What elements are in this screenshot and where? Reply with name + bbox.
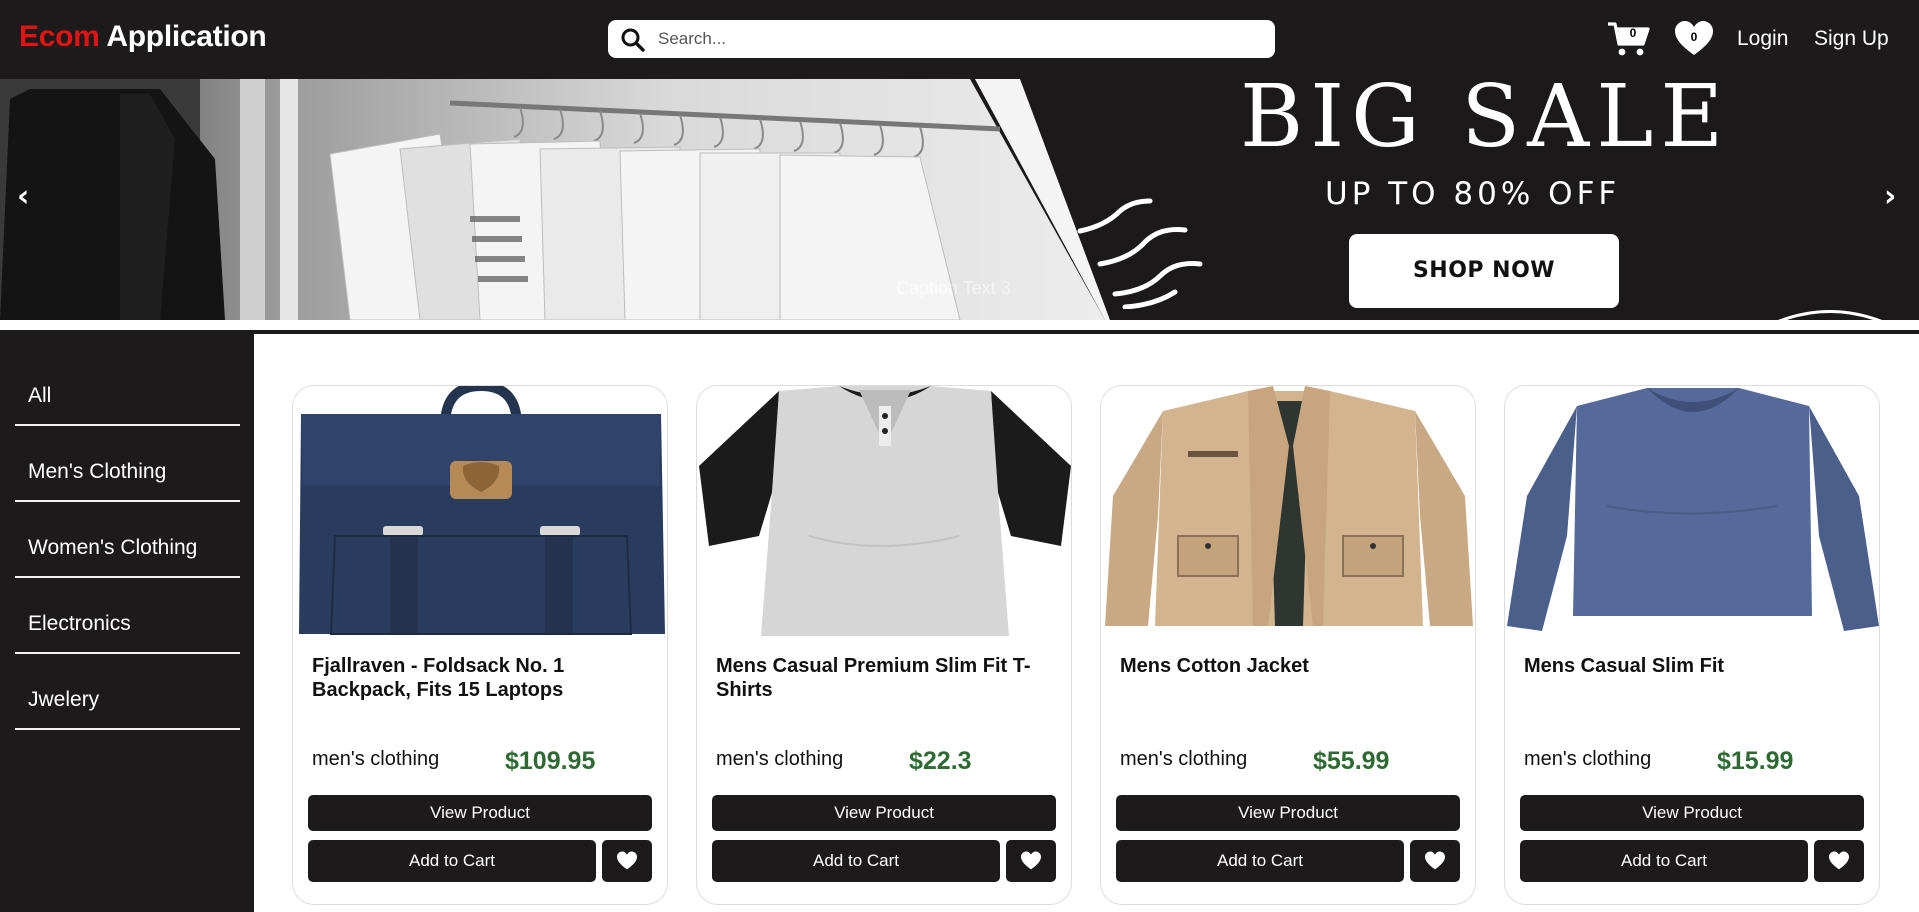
add-to-cart-button[interactable]: Add to Cart — [308, 840, 596, 882]
product-card[interactable]: Mens Casual Premium Slim Fit T-Shirts me… — [696, 385, 1072, 905]
view-product-button[interactable]: View Product — [308, 795, 652, 831]
search-icon[interactable] — [620, 27, 646, 53]
product-image-backpack[interactable] — [295, 386, 667, 636]
signup-link[interactable]: Sign Up — [1814, 27, 1889, 51]
shop-now-button[interactable]: SHOP NOW — [1349, 234, 1619, 308]
heart-icon — [1425, 851, 1445, 870]
heart-icon — [617, 851, 637, 870]
product-price: $55.99 — [1313, 747, 1390, 775]
product-image-tshirt[interactable] — [699, 386, 1071, 636]
view-product-button[interactable]: View Product — [712, 795, 1056, 831]
brand-logo[interactable]: Ecom Application — [19, 20, 267, 54]
add-to-wishlist-button[interactable] — [1814, 840, 1864, 882]
product-category: men's clothing — [716, 748, 844, 770]
add-to-cart-button[interactable]: Add to Cart — [712, 840, 1000, 882]
promo-carousel: BIG SALE UP TO 80% OFF SHOP NOW Caption … — [0, 79, 1919, 320]
category-sidebar: All Men's Clothing Women's Clothing Elec… — [0, 330, 252, 912]
decorative-wave-lines — [1077, 198, 1203, 309]
carousel-prev-arrow[interactable]: ‹ — [17, 179, 29, 214]
product-price: $15.99 — [1717, 747, 1794, 775]
add-to-wishlist-button[interactable] — [602, 840, 652, 882]
brand-word-application: Application — [106, 20, 267, 53]
product-image-jacket[interactable] — [1103, 386, 1475, 636]
add-to-wishlist-button[interactable] — [1006, 840, 1056, 882]
category-item-electronics[interactable]: Electronics — [15, 608, 240, 654]
banner-corner-shape — [1778, 310, 1882, 320]
carousel-next-arrow[interactable]: › — [1884, 179, 1896, 214]
search-bar[interactable] — [608, 20, 1275, 58]
section-divider — [0, 320, 1919, 330]
category-item-womens-clothing[interactable]: Women's Clothing — [15, 532, 240, 578]
product-title[interactable]: Fjallraven - Foldsack No. 1 Backpack, Fi… — [312, 654, 652, 702]
carousel-caption: Caption Text 3 — [896, 278, 1011, 298]
add-to-cart-button[interactable]: Add to Cart — [1520, 840, 1808, 882]
product-image-longsleeve[interactable] — [1507, 386, 1879, 636]
search-input[interactable] — [658, 26, 1258, 52]
product-card[interactable]: Mens Cotton Jacket men's clothing $55.99… — [1100, 385, 1476, 905]
add-to-wishlist-button[interactable] — [1410, 840, 1460, 882]
view-product-button[interactable]: View Product — [1520, 795, 1864, 831]
product-price: $109.95 — [505, 747, 596, 775]
category-item-mens-clothing[interactable]: Men's Clothing — [15, 456, 240, 502]
banner-title: BIG SALE — [1240, 79, 1731, 167]
product-title[interactable]: Mens Cotton Jacket — [1120, 654, 1460, 678]
product-title[interactable]: Mens Casual Premium Slim Fit T-Shirts — [716, 654, 1056, 702]
brand-word-ecom: Ecom — [19, 20, 100, 53]
category-item-jwelery[interactable]: Jwelery — [15, 684, 240, 730]
banner-subtitle: UP TO 80% OFF — [1325, 176, 1621, 212]
product-category: men's clothing — [312, 748, 440, 770]
heart-icon — [1829, 851, 1849, 870]
heart-icon — [1021, 851, 1041, 870]
view-product-button[interactable]: View Product — [1116, 795, 1460, 831]
product-card[interactable]: Mens Casual Slim Fit men's clothing $15.… — [1504, 385, 1880, 905]
top-navbar: Ecom Application 0 0 Login Sign Up — [0, 0, 1919, 78]
product-card[interactable]: Fjallraven - Foldsack No. 1 Backpack, Fi… — [292, 385, 668, 905]
add-to-cart-button[interactable]: Add to Cart — [1116, 840, 1404, 882]
product-category: men's clothing — [1120, 748, 1248, 770]
product-title[interactable]: Mens Casual Slim Fit — [1524, 654, 1864, 678]
product-category: men's clothing — [1524, 748, 1652, 770]
category-item-all[interactable]: All — [15, 380, 240, 426]
wishlist-count-badge: 0 — [1690, 30, 1698, 44]
cart-count-badge: 0 — [1629, 26, 1637, 40]
login-link[interactable]: Login — [1737, 27, 1788, 51]
product-price: $22.3 — [909, 747, 972, 775]
